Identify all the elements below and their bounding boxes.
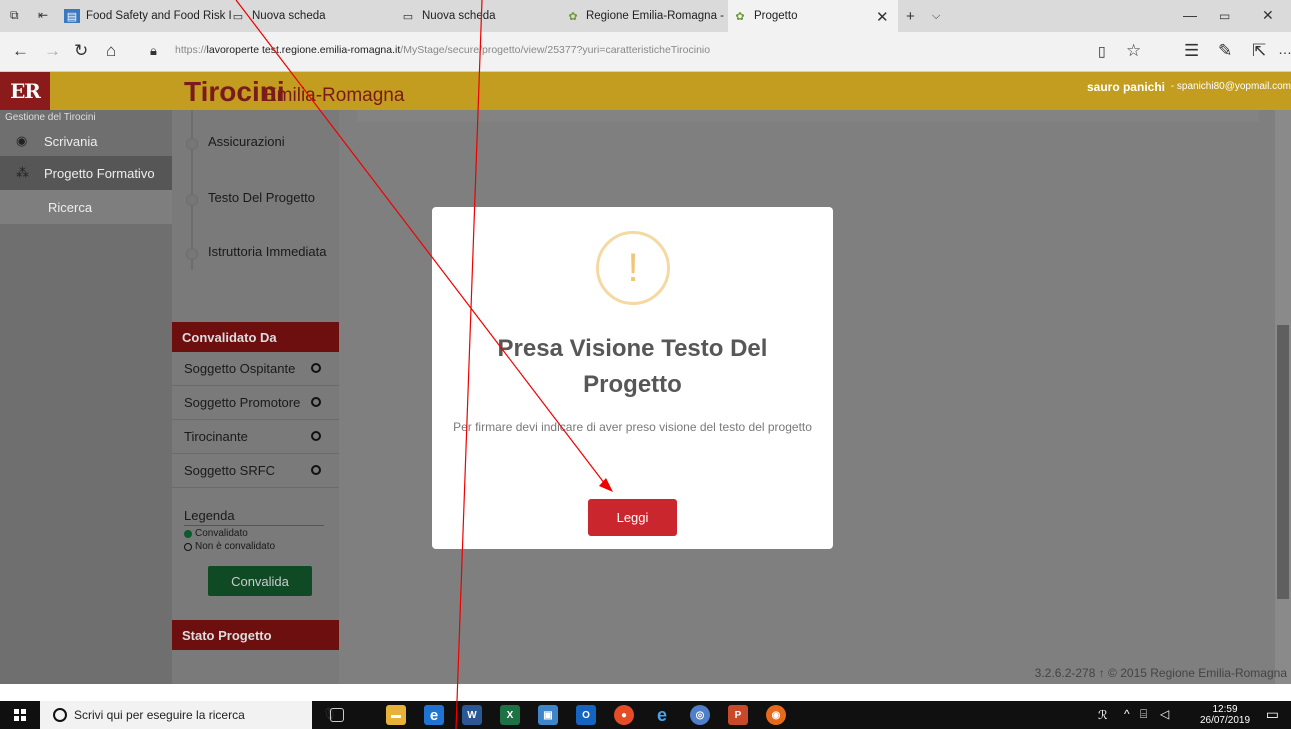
- user-name[interactable]: sauro panichi: [1087, 80, 1165, 94]
- excel-icon[interactable]: X: [500, 705, 520, 725]
- tab-regione[interactable]: ✿ Regione Emilia-Romagna -: [566, 0, 724, 32]
- step-dot: [186, 194, 198, 206]
- powerpoint-icon[interactable]: P: [728, 705, 748, 725]
- back-icon[interactable]: ←: [12, 41, 29, 61]
- tab-food-safety[interactable]: ▤ Food Safety and Food Risk I: [64, 0, 242, 32]
- forward-icon[interactable]: →: [44, 41, 61, 61]
- address-bar[interactable]: https://lavoroperte test.regione.emilia-…: [175, 44, 710, 56]
- cubes-icon: ⁂: [16, 165, 29, 180]
- app-header: ER Tirocini Emilia-Romagna sauro panichi…: [0, 72, 1291, 110]
- stato-progetto-header: Stato Progetto: [172, 620, 339, 650]
- set-aside-tabs-icon[interactable]: ⇤: [38, 8, 48, 22]
- notifications-icon[interactable]: ▭: [1266, 706, 1279, 723]
- minimize-icon[interactable]: —: [1183, 7, 1197, 23]
- modal-dialog: ! Presa Visione Testo Del Progetto Per f…: [432, 207, 833, 549]
- legend-title: Legenda: [184, 508, 324, 526]
- word-icon[interactable]: W: [462, 705, 482, 725]
- edge-icon[interactable]: e: [424, 705, 444, 725]
- convalidato-row: Tirocinante: [172, 420, 339, 454]
- step-dot: [186, 138, 198, 150]
- convalida-button[interactable]: Convalida: [208, 566, 312, 596]
- taskbar-search[interactable]: Scrivi qui per eseguire la ricerca 🎙︎: [40, 701, 337, 729]
- legend-validated: Convalidato: [184, 528, 248, 539]
- new-tab-icon[interactable]: +: [906, 8, 915, 25]
- tab-progetto[interactable]: ✿ Progetto: [728, 0, 898, 32]
- sidebar: Gestione del Tirocini ◉ Scrivania ⁂ Prog…: [0, 110, 172, 684]
- network-icon[interactable]: ⌸: [1140, 707, 1147, 722]
- clock[interactable]: 12:59 26/07/2019: [1199, 704, 1251, 726]
- close-tab-icon[interactable]: ✕: [876, 8, 889, 26]
- newtab-icon: ▭: [232, 10, 244, 23]
- footer-version: 3.2.6.2-278 ↑ © 2015 Regione Emilia-Roma…: [1034, 666, 1287, 680]
- empty-circle-icon: [184, 542, 192, 551]
- more-icon[interactable]: …: [1278, 41, 1291, 57]
- lock-icon: 🔒︎: [150, 43, 157, 58]
- tab-actions-icon[interactable]: ⧉: [10, 8, 19, 23]
- er-icon: ✿: [568, 10, 578, 23]
- convalidato-header: Convalidato Da: [172, 322, 339, 352]
- scrollbar-thumb[interactable]: [1277, 325, 1289, 599]
- document-icon: ▤: [64, 9, 80, 23]
- convalidato-row: Soggetto Promotore: [172, 386, 339, 420]
- outlook-icon[interactable]: O: [576, 705, 596, 725]
- step-assicurazioni[interactable]: Assicurazioni: [208, 134, 285, 149]
- status-circle-icon: [311, 465, 321, 475]
- convalidato-row: Soggetto SRFC: [172, 454, 339, 488]
- leggi-button[interactable]: Leggi: [588, 499, 677, 536]
- reading-view-icon[interactable]: ▯: [1098, 43, 1106, 60]
- er-icon: ✿: [735, 10, 745, 23]
- step-istruttoria[interactable]: Istruttoria Immediata: [208, 244, 327, 259]
- people-icon[interactable]: ℛ: [1098, 708, 1108, 722]
- steps-timeline: [191, 110, 193, 270]
- legend-not-validated: Non è convalidato: [184, 541, 275, 552]
- favorites-list-icon[interactable]: ☰: [1184, 41, 1199, 61]
- warning-icon: !: [596, 231, 670, 305]
- browser-tab-bar: ⧉ ⇤ ▤ Food Safety and Food Risk I ▭ Nuov…: [0, 0, 1291, 32]
- status-circle-icon: [311, 397, 321, 407]
- chrome-icon[interactable]: ●: [614, 705, 634, 725]
- modal-text: Per firmare devi indicare di aver preso …: [453, 420, 812, 434]
- tab-nuova-scheda-2[interactable]: ▭ Nuova scheda: [400, 0, 558, 32]
- er-logo[interactable]: ER: [0, 72, 50, 110]
- content-panel: [357, 110, 1259, 122]
- sidebar-item-ricerca[interactable]: Ricerca: [0, 190, 172, 224]
- remote-desktop-icon[interactable]: ▣: [538, 705, 558, 725]
- step-dot: [186, 248, 198, 260]
- pen-icon[interactable]: ✎: [1218, 41, 1232, 61]
- windows-taskbar: Scrivi qui per eseguire la ricerca 🎙︎ ▬ …: [0, 701, 1291, 729]
- home-icon[interactable]: ⌂: [106, 41, 116, 61]
- firefox-icon[interactable]: ◉: [766, 705, 786, 725]
- volume-icon[interactable]: ◁: [1160, 707, 1169, 721]
- sidebar-section-title: Gestione del Tirocini: [5, 112, 96, 123]
- newtab-icon: ▭: [402, 10, 414, 23]
- app-icon[interactable]: ◎: [690, 705, 710, 725]
- tab-list-icon[interactable]: ⌵: [932, 10, 940, 23]
- status-circle-icon: [311, 363, 321, 373]
- status-circle-icon: [311, 431, 321, 441]
- convalidato-row: Soggetto Ospitante: [172, 352, 339, 386]
- internet-explorer-icon[interactable]: e: [652, 705, 672, 725]
- refresh-icon[interactable]: ↻: [74, 41, 88, 61]
- tab-nuova-scheda-1[interactable]: ▭ Nuova scheda: [230, 0, 390, 32]
- tray-chevron-icon[interactable]: ^: [1124, 707, 1130, 721]
- user-email: - spanichi80@yopmail.com: [1170, 81, 1291, 92]
- modal-title: Presa Visione Testo Del Progetto: [497, 335, 768, 398]
- app-subtitle: Emilia-Romagna: [264, 85, 405, 106]
- cortana-icon: [53, 708, 67, 722]
- green-dot-icon: [184, 529, 192, 538]
- maximize-icon[interactable]: ▭: [1219, 9, 1230, 23]
- step-testo-progetto[interactable]: Testo Del Progetto: [208, 190, 315, 205]
- sidebar-item-scrivania[interactable]: ◉ Scrivania: [0, 124, 172, 158]
- task-view-icon[interactable]: [330, 708, 344, 722]
- browser-nav-bar: ← → ↻ ⌂ 🔒︎ https://lavoroperte test.regi…: [0, 32, 1291, 72]
- file-explorer-icon[interactable]: ▬: [386, 705, 406, 725]
- favorite-star-icon[interactable]: ☆: [1126, 41, 1141, 61]
- windows-start-icon[interactable]: [14, 709, 26, 721]
- window-close-icon[interactable]: ✕: [1262, 7, 1274, 24]
- sidebar-item-progetto-formativo[interactable]: ⁂ Progetto Formativo: [0, 156, 172, 190]
- share-icon[interactable]: ⇱: [1252, 41, 1266, 61]
- dashboard-icon: ◉: [16, 133, 28, 148]
